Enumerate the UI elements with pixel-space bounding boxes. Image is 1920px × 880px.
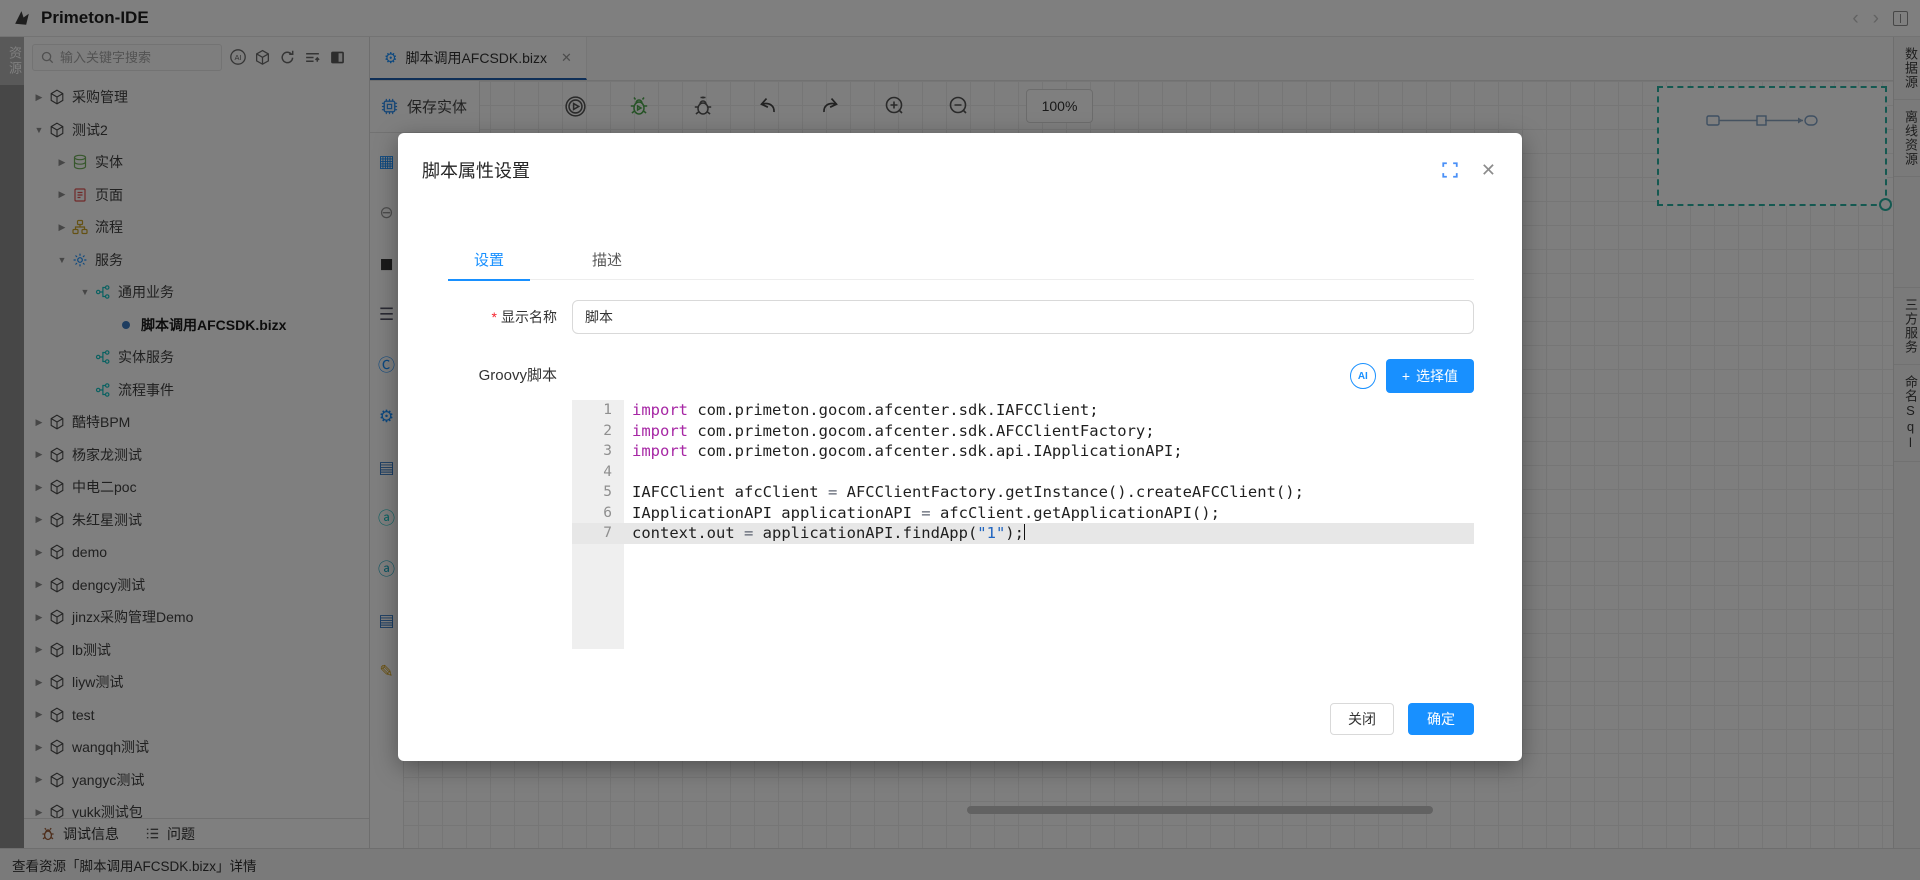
dialog-tabs: 设置描述	[448, 240, 1474, 280]
dialog-title: 脚本属性设置	[422, 157, 530, 183]
display-name-row: *显示名称	[398, 300, 1522, 334]
code-line: 4	[572, 462, 1474, 483]
code-text: import com.primeton.gocom.afcenter.sdk.A…	[624, 421, 1155, 442]
code-text: IAFCClient afcClient = AFCClientFactory.…	[624, 482, 1304, 503]
display-name-input[interactable]	[572, 300, 1474, 334]
ai-assist-icon[interactable]: AI	[1350, 363, 1376, 389]
close-icon[interactable]: ✕	[1481, 161, 1496, 179]
plus-icon: +	[1402, 368, 1410, 384]
code-line: 5IAFCClient afcClient = AFCClientFactory…	[572, 482, 1474, 503]
code-line-current: 7context.out = applicationAPI.findApp("1…	[572, 523, 1474, 544]
required-asterisk: *	[492, 309, 497, 325]
dialog-tab-inactive[interactable]: 描述	[566, 240, 648, 280]
code-text: IApplicationAPI applicationAPI = afcClie…	[624, 503, 1220, 524]
code-line: 3import com.primeton.gocom.afcenter.sdk.…	[572, 441, 1474, 462]
code-line: 2import com.primeton.gocom.afcenter.sdk.…	[572, 421, 1474, 442]
code-line: 6IApplicationAPI applicationAPI = afcCli…	[572, 503, 1474, 524]
select-value-button[interactable]: + 选择值	[1386, 359, 1474, 393]
script-properties-dialog: 脚本属性设置 ✕ 设置描述 *显示名称 Groovy脚本 AI + 选择值 1i…	[398, 133, 1522, 761]
primeton-ide-app: Primeton-IDE ‹ › 资源 AI	[0, 0, 1920, 880]
code-text: import com.primeton.gocom.afcenter.sdk.I…	[624, 400, 1099, 421]
ok-button[interactable]: 确定	[1408, 703, 1474, 735]
line-number: 3	[572, 441, 624, 462]
code-text: import com.primeton.gocom.afcenter.sdk.a…	[624, 441, 1183, 462]
fullscreen-icon[interactable]	[1441, 161, 1459, 179]
code-text: context.out = applicationAPI.findApp("1"…	[624, 523, 1025, 544]
groovy-code-editor[interactable]: 1import com.primeton.gocom.afcenter.sdk.…	[572, 400, 1474, 649]
code-line: 1import com.primeton.gocom.afcenter.sdk.…	[572, 400, 1474, 421]
groovy-row: Groovy脚本 AI + 选择值	[398, 359, 1522, 393]
text-cursor	[1024, 524, 1026, 540]
groovy-script-label: Groovy脚本	[398, 359, 557, 393]
line-number: 6	[572, 503, 624, 524]
line-number: 5	[572, 482, 624, 503]
code-text	[624, 462, 641, 483]
line-number: 7	[572, 523, 624, 544]
line-number: 4	[572, 462, 624, 483]
line-number: 1	[572, 400, 624, 421]
dialog-tab-active[interactable]: 设置	[448, 240, 530, 280]
line-number: 2	[572, 421, 624, 442]
close-button[interactable]: 关闭	[1330, 703, 1394, 735]
display-name-label: *显示名称	[398, 300, 557, 334]
